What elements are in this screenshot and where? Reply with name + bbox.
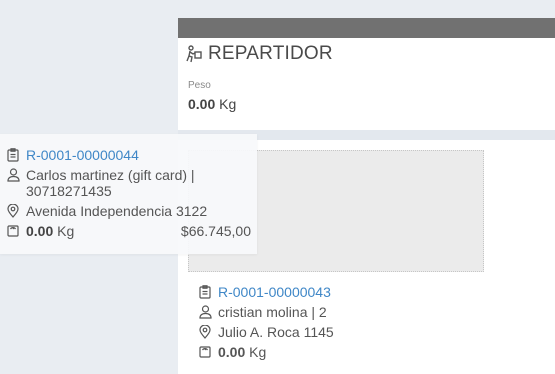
- dragged-price: $66.745,00: [180, 223, 251, 239]
- dragged-customer: Carlos martinez (gift card) | 3071827143…: [26, 167, 195, 199]
- order-weight-row: 0.00 Kg: [198, 344, 498, 360]
- order-weight-value: 0.00: [218, 344, 246, 360]
- order-address-row: Julio A. Roca 1145: [198, 324, 498, 340]
- dragged-weight-line: 0.00 Kg $66.745,00: [26, 223, 251, 239]
- order-card[interactable]: R-0001-00000043 cristian molina | 2 Juli…: [198, 284, 498, 364]
- dragged-address-row: Avenida Independencia 3122: [6, 203, 251, 219]
- user-icon: [198, 304, 212, 320]
- repartidor-panel: REPARTIDOR Peso 0.00 Kg: [178, 18, 555, 130]
- map-pin-icon: [6, 203, 20, 219]
- panel-title-text: REPARTIDOR: [208, 43, 333, 64]
- dragged-weight-unit: Kg: [57, 223, 75, 239]
- order-customer: cristian molina | 2: [218, 304, 327, 320]
- dragged-code-row: R-0001-00000044: [6, 147, 251, 163]
- order-weight: 0.00 Kg: [218, 344, 498, 360]
- peso-number: 0.00: [188, 96, 216, 112]
- panel-title: REPARTIDOR: [186, 43, 333, 65]
- dragged-weight-row: 0.00 Kg $66.745,00: [6, 223, 251, 239]
- clipboard-icon: [198, 284, 212, 300]
- clipboard-icon: [6, 147, 20, 163]
- panel-header-bar: [178, 18, 555, 38]
- order-address: Julio A. Roca 1145: [218, 324, 334, 340]
- delivery-person-icon: [186, 45, 202, 63]
- dragged-order-card[interactable]: R-0001-00000044 Carlos martinez (gift ca…: [0, 134, 257, 254]
- dragged-address: Avenida Independencia 3122: [26, 203, 208, 219]
- dragged-code-link[interactable]: R-0001-00000044: [26, 147, 251, 163]
- dragged-weight-value: 0.00: [26, 223, 54, 239]
- peso-value: 0.00 Kg: [188, 96, 236, 112]
- peso-label: Peso: [188, 80, 211, 91]
- weight-scale-icon: [198, 344, 212, 360]
- order-weight-unit: Kg: [249, 344, 267, 360]
- dragged-weight: 0.00 Kg: [26, 223, 74, 239]
- user-icon: [6, 167, 20, 183]
- map-pin-icon: [198, 324, 212, 340]
- dragged-customer-row: Carlos martinez (gift card) | 3071827143…: [6, 167, 251, 199]
- order-code-row: R-0001-00000043: [198, 284, 498, 300]
- peso-unit: Kg: [219, 96, 237, 112]
- order-code-link[interactable]: R-0001-00000043: [218, 284, 498, 300]
- weight-scale-icon: [6, 223, 20, 239]
- order-customer-row: cristian molina | 2: [198, 304, 498, 320]
